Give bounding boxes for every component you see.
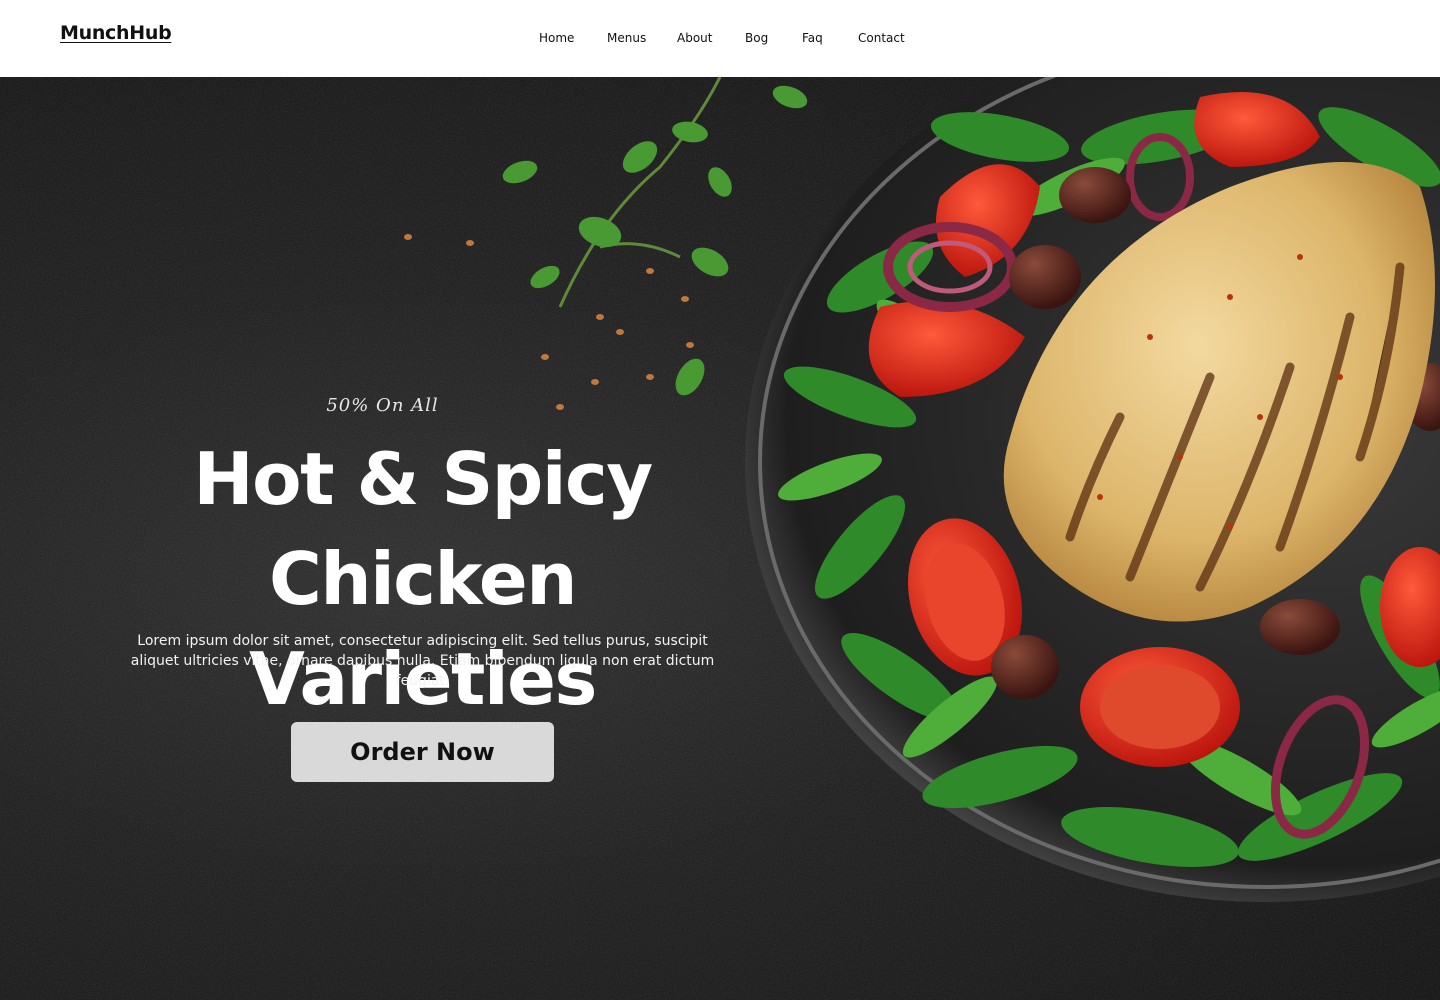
nav-link-blog[interactable]: Bog (745, 31, 768, 45)
nav-link-menus[interactable]: Menus (607, 31, 646, 45)
nav-link-home[interactable]: Home (539, 31, 574, 45)
hero-description: Lorem ipsum dolor sit amet, consectetur … (130, 633, 715, 689)
hero-section: 50% On All Hot & Spicy Chicken Varieties… (0, 77, 1440, 1000)
top-navigation-bar: MunchHub Home Menus About Bog Faq Contac… (0, 0, 1440, 77)
main-nav: Home Menus About Bog Faq Contact (0, 31, 1440, 51)
order-now-button[interactable]: Order Now (291, 722, 554, 782)
nav-link-contact[interactable]: Contact (858, 31, 905, 45)
nav-link-about[interactable]: About (677, 31, 712, 45)
promo-tagline: 50% On All (326, 395, 439, 416)
hero-headline-line1: Hot & Spicy Chicken (193, 437, 653, 621)
nav-link-faq[interactable]: Faq (802, 31, 823, 45)
